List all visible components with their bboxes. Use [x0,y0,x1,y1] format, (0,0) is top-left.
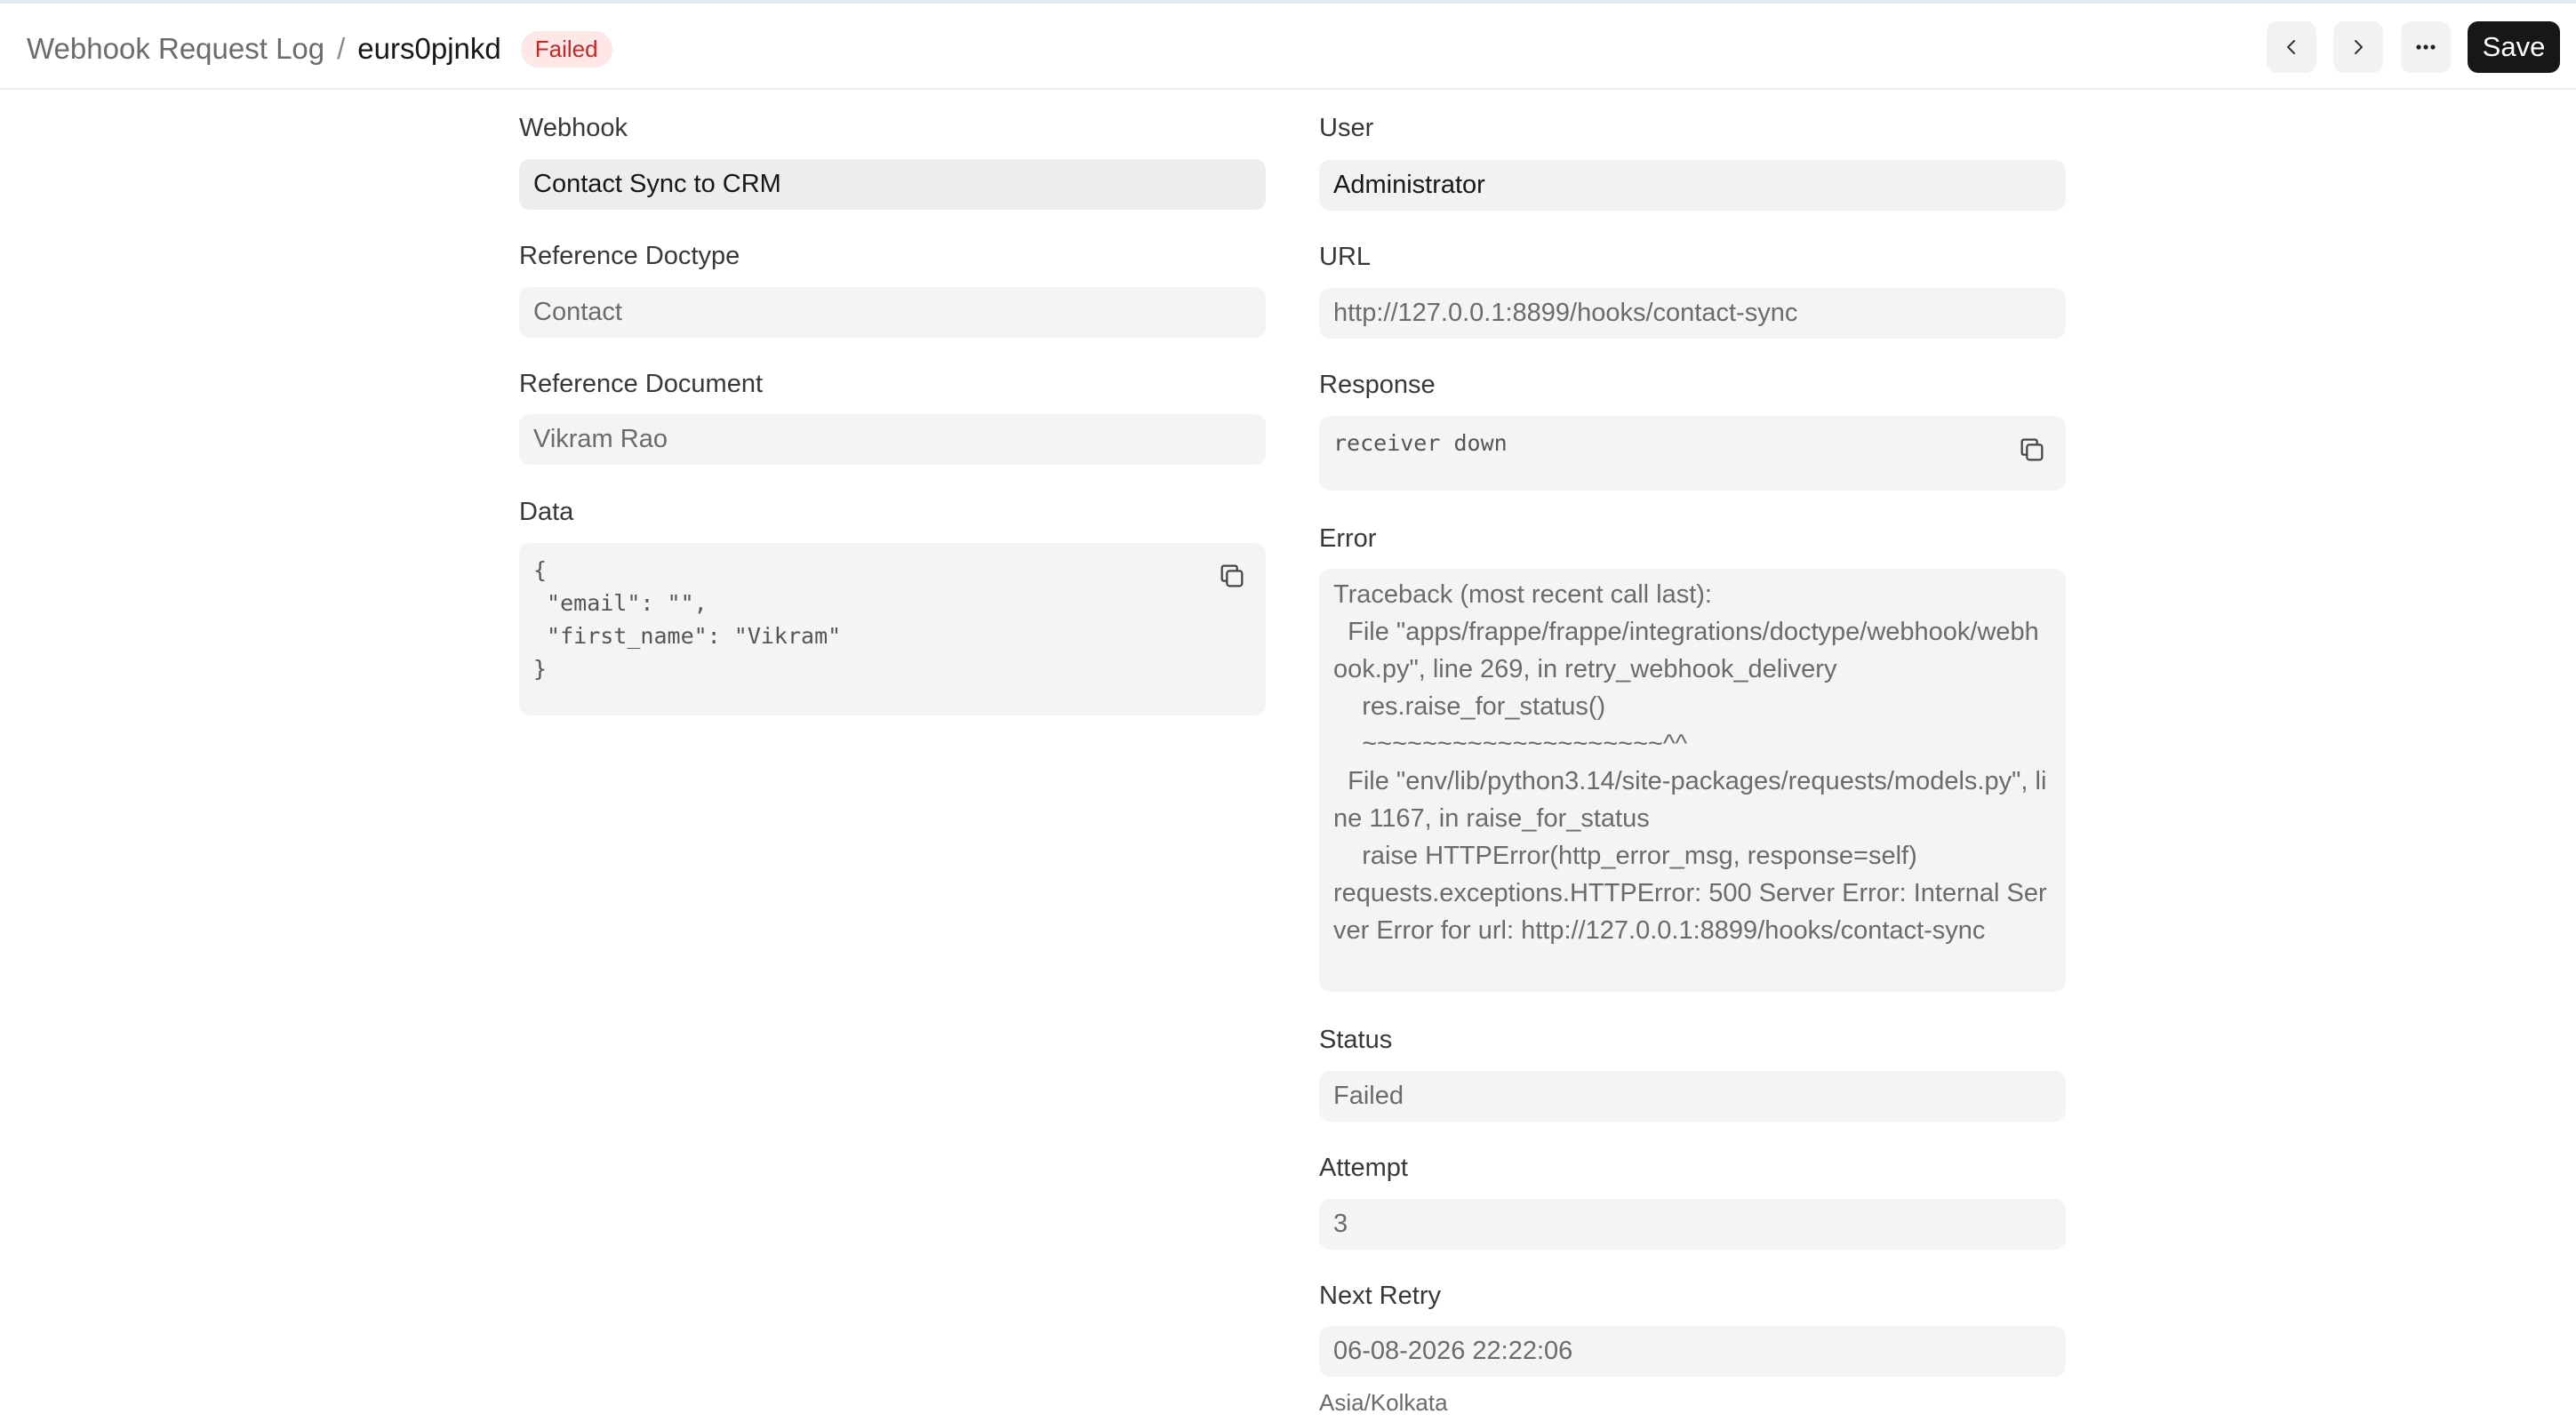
breadcrumb-separator: / [337,32,346,65]
copy-data-button[interactable] [1214,558,1250,594]
reference-document-label: Reference Document [519,370,764,398]
webhook-label: Webhook [519,114,628,142]
previous-doc-button[interactable] [2267,21,2316,73]
more-horizontal-icon [2416,44,2436,50]
copy-response-button[interactable] [2014,432,2050,467]
attempt-field[interactable]: 3 [1319,1199,2066,1250]
url-label: URL [1319,243,1372,271]
status-badge: Failed [520,30,612,68]
reference-doctype-field[interactable]: Contact [519,287,1266,338]
attempt-label: Attempt [1319,1154,1408,1182]
response-label: Response [1319,371,1436,399]
save-button[interactable]: Save [2468,21,2560,73]
response-code-field[interactable]: receiver down [1319,416,2066,491]
breadcrumb: Webhook Request Log / eurs0pjnkd Failed [27,27,612,71]
reference-doctype-label: Reference Doctype [519,242,740,270]
chevron-left-icon [2287,40,2295,54]
error-label: Error [1319,524,1377,553]
user-field[interactable]: Administrator [1319,160,2066,211]
data-label: Data [519,498,574,526]
status-field[interactable]: Failed [1319,1071,2066,1122]
more-actions-button[interactable] [2401,21,2451,73]
user-label: User [1319,114,1374,142]
copy-icon [2020,438,2044,461]
timezone-hint: Asia/Kolkata [1319,1389,1448,1416]
next-retry-label: Next Retry [1319,1282,1441,1310]
error-textarea[interactable]: Traceback (most recent call last): File … [1319,569,2066,992]
next-retry-field[interactable]: 06-08-2026 22:22:06 [1319,1326,2066,1377]
webhook-field[interactable]: Contact Sync to CRM [519,159,1266,210]
copy-icon [1220,564,1244,587]
data-code-field[interactable]: { "email": "", "first_name": "Vikram" } [519,543,1266,715]
next-doc-button[interactable] [2333,21,2383,73]
page-header: Webhook Request Log / eurs0pjnkd Failed … [0,4,2576,90]
status-label: Status [1319,1026,1393,1054]
reference-document-field[interactable]: Vikram Rao [519,414,1266,465]
chevron-right-icon [2355,40,2363,54]
page-title: eurs0pjnkd [357,32,501,65]
breadcrumb-parent-link[interactable]: Webhook Request Log [27,32,324,66]
url-field[interactable]: http://127.0.0.1:8899/hooks/contact-sync [1319,288,2066,339]
